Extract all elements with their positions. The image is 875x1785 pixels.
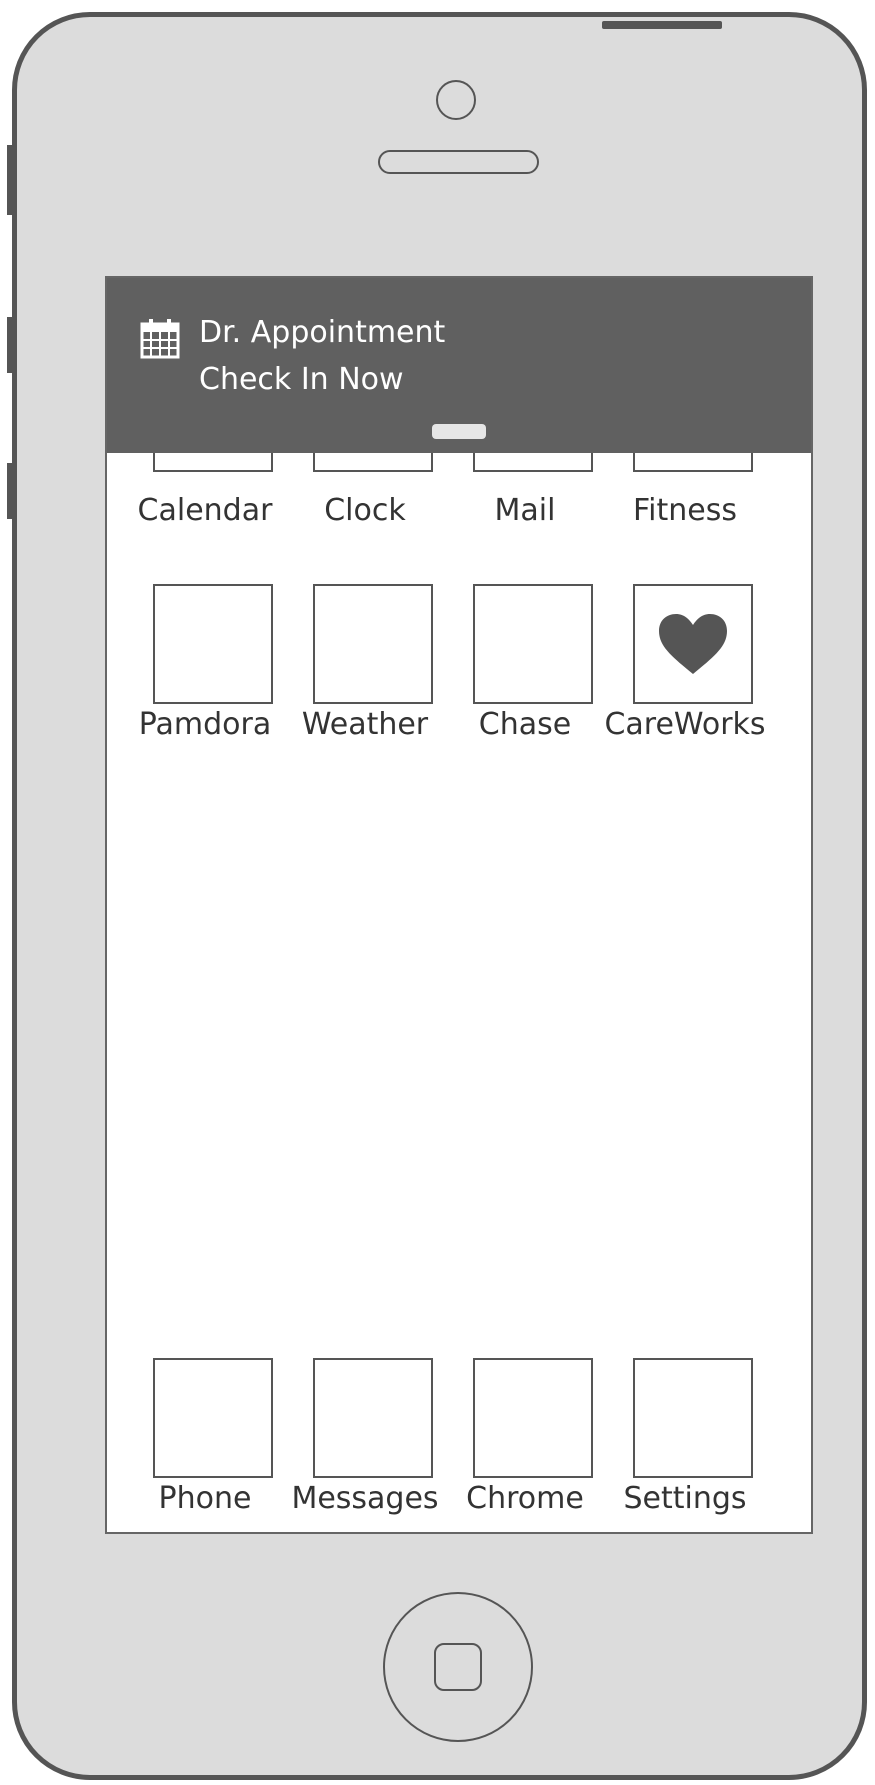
- app-icon-box[interactable]: [313, 1358, 433, 1478]
- app-label: Fitness: [633, 493, 737, 528]
- home-button-square-icon: [434, 1643, 482, 1691]
- heart-icon: [659, 614, 727, 674]
- calendar-icon: [140, 319, 180, 359]
- app-icon-box[interactable]: [633, 584, 753, 704]
- volume-up-button[interactable]: [7, 317, 15, 373]
- front-camera: [436, 80, 476, 120]
- phone-frame: Dr. Appointment Check In Now Calendar Cl…: [7, 12, 867, 1780]
- power-button[interactable]: [602, 21, 722, 29]
- app-label: Pamdora: [138, 707, 272, 742]
- app-icon-box[interactable]: [313, 584, 433, 704]
- app-label: Messages: [291, 1481, 439, 1516]
- app-label: Settings: [623, 1481, 747, 1516]
- notification-drag-handle[interactable]: [432, 424, 486, 439]
- notification-banner[interactable]: Dr. Appointment Check In Now: [107, 278, 811, 453]
- app-label: Chrome: [466, 1481, 584, 1516]
- app-label: Weather: [301, 707, 429, 742]
- app-icon-box[interactable]: [153, 584, 273, 704]
- app-label: Calendar: [137, 493, 273, 528]
- app-icon-box[interactable]: [473, 584, 593, 704]
- app-label: Phone: [158, 1481, 252, 1516]
- app-icon-box[interactable]: [153, 1358, 273, 1478]
- earpiece-speaker: [378, 150, 539, 174]
- app-label: Chase: [478, 707, 572, 742]
- app-label: Mail: [494, 493, 556, 528]
- mute-switch[interactable]: [7, 145, 15, 215]
- app-label: CareWorks: [604, 707, 766, 742]
- app-icon-box[interactable]: [473, 1358, 593, 1478]
- volume-down-button[interactable]: [7, 463, 15, 519]
- app-label: Clock: [324, 493, 406, 528]
- notification-title: Dr. Appointment: [199, 315, 446, 350]
- app-icon-box[interactable]: [633, 1358, 753, 1478]
- notification-subtitle: Check In Now: [199, 362, 404, 397]
- home-button[interactable]: [383, 1592, 533, 1742]
- home-screen: Dr. Appointment Check In Now Calendar Cl…: [105, 276, 813, 1534]
